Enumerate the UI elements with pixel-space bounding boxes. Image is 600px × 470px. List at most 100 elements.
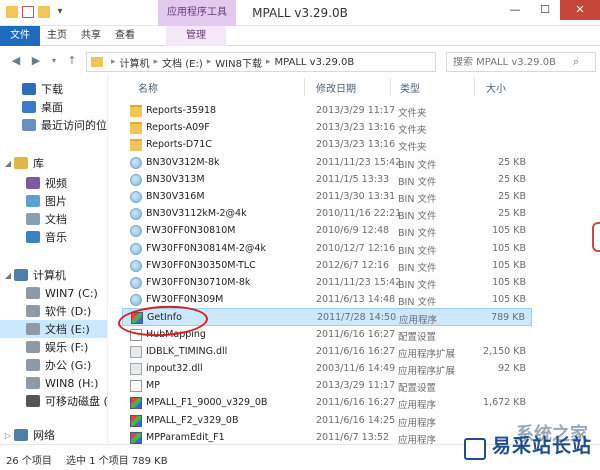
file-name: FW30FF0N30350M-TLC: [146, 259, 256, 271]
file-row[interactable]: FW30FF0N30350M-TLC 2012/6/7 12:16 BIN 文件 10…: [122, 257, 532, 275]
file-date: 2011/6/16 16:27: [316, 397, 396, 409]
nav-item-label: 文档: [45, 213, 67, 226]
tab-0[interactable]: 文件: [0, 26, 40, 46]
nav-item-label: 娱乐 (F:): [45, 341, 89, 354]
file-date: 2010/6/9 12:48: [316, 225, 390, 237]
file-type: BIN 文件: [398, 280, 437, 291]
nav-item[interactable]: WIN7 (C:): [0, 284, 107, 302]
file-row[interactable]: BN30V316M 2011/3/30 13:31 BIN 文件 25 KB: [122, 188, 532, 206]
exe-file-icon: [130, 414, 142, 427]
close-button[interactable]: ✕: [560, 0, 600, 20]
tab-2[interactable]: 共享: [74, 26, 108, 46]
chevron-right-icon[interactable]: ▸: [266, 57, 271, 67]
nav-item-label: 计算机: [33, 269, 66, 282]
column-divider[interactable]: [390, 78, 391, 96]
nav-item[interactable]: ◢ 计算机: [0, 266, 107, 284]
file-type: BIN 文件: [398, 245, 437, 257]
nav-item-label: WIN7 (C:): [45, 286, 98, 300]
nav-icon: [22, 119, 36, 131]
minimize-button[interactable]: —: [500, 0, 530, 20]
back-arrow-icon[interactable]: ◀: [8, 53, 24, 69]
up-arrow-icon[interactable]: ↑: [64, 53, 80, 69]
file-date: 2011/1/5 13:33: [316, 173, 390, 185]
file-row[interactable]: BN30V312M-8k 2011/11/23 15:42 BIN 文件 25 KB: [122, 154, 532, 172]
nav-item-label: 图片: [45, 195, 67, 208]
column-size[interactable]: 大小: [486, 80, 506, 95]
breadcrumb-item[interactable]: 文档 (E:): [162, 55, 203, 70]
nav-item[interactable]: WIN8 (H:): [0, 374, 107, 392]
nav-item-label: 网络: [33, 429, 55, 442]
search-icon[interactable]: ⌕: [573, 55, 579, 69]
maximize-button[interactable]: ☐: [530, 0, 560, 20]
file-date: 2010/12/7 12:16: [316, 242, 396, 254]
search-input[interactable]: [453, 56, 573, 68]
file-row[interactable]: MP 2013/3/29 11:17 配置设置: [122, 377, 532, 395]
nav-item[interactable]: 娱乐 (F:): [0, 338, 107, 356]
file-date: 2011/6/16 16:27: [316, 345, 396, 357]
nav-item-label: 文档 (E:): [45, 323, 90, 336]
column-name[interactable]: 名称: [138, 80, 158, 95]
file-row[interactable]: MPALL_F1_9000_v329_0B 2011/6/16 16:27 应用程序…: [122, 394, 532, 412]
file-size: 105 KB: [492, 242, 526, 254]
nav-item[interactable]: 最近访问的位: [0, 116, 107, 134]
nav-item[interactable]: 视频: [0, 174, 107, 192]
nav-icon: [14, 157, 28, 169]
chevron-right-icon[interactable]: ▸: [154, 57, 159, 67]
nav-item[interactable]: ◢ 库: [0, 154, 107, 172]
file-row[interactable]: FW30FF0N30710M-8k 2011/11/23 15:42 BIN 文件 1…: [122, 274, 532, 292]
file-row[interactable]: BN30V313M 2011/1/5 13:33 BIN 文件 25 KB: [122, 171, 532, 189]
navigation-pane[interactable]: 下载桌面最近访问的位 ◢ 库视频图片文档音乐 ◢ 计算机 WIN7 (C:) 软件 (D:)…: [0, 76, 108, 444]
file-row[interactable]: Reports-A09F 2013/3/23 13:16 文件夹: [122, 119, 532, 137]
breadcrumb-item[interactable]: 计算机: [120, 55, 150, 70]
expand-arrow-icon[interactable]: ◢: [2, 271, 14, 280]
file-size: 105 KB: [492, 225, 526, 237]
file-date: 2012/6/7 12:16: [316, 259, 390, 271]
nav-item[interactable]: 文档 (E:): [0, 320, 107, 338]
chevron-right-icon[interactable]: ▸: [111, 57, 116, 67]
nav-item[interactable]: 桌面: [0, 98, 107, 116]
breadcrumb-item[interactable]: WIN8下载: [215, 55, 262, 70]
nav-item[interactable]: ▷ 网络: [0, 426, 107, 444]
nav-icon: [26, 213, 40, 225]
chevron-right-icon[interactable]: ▸: [207, 57, 212, 67]
file-row[interactable]: FW30FF0N30814M-2@4k 2010/12/7 12:16 BIN 文件…: [122, 240, 532, 258]
file-row[interactable]: inpout32.dll 2003/11/6 14:49 应用程序扩展 92 KB: [122, 360, 532, 378]
column-divider[interactable]: [474, 78, 475, 96]
file-name: MPParamEdit_F1: [146, 431, 225, 443]
search-box[interactable]: ⌕: [446, 52, 596, 72]
file-name: MPALL_F2_v329_0B: [146, 414, 239, 426]
file-date: 2011/11/23 15:42: [316, 277, 402, 288]
expand-arrow-icon[interactable]: ▷: [2, 431, 14, 440]
nav-item[interactable]: 办公 (G:): [0, 356, 107, 374]
file-size: 789 KB: [491, 312, 525, 324]
column-date[interactable]: 修改日期: [316, 80, 356, 95]
column-type[interactable]: 类型: [400, 80, 420, 95]
nav-item[interactable]: 图片: [0, 192, 107, 210]
exe-file-icon: [130, 431, 142, 444]
file-name: IDBLK_TIMING.dll: [146, 345, 228, 357]
breadcrumb-item[interactable]: MPALL v3.29.0B: [274, 57, 354, 68]
nav-item-label: 办公 (G:): [45, 359, 92, 372]
file-list[interactable]: 名称 修改日期 类型 大小 Reports-35918 2013/3/29 11:…: [108, 76, 600, 444]
nav-item[interactable]: 可移动磁盘 (: [0, 392, 107, 410]
tab-1[interactable]: 主页: [40, 26, 74, 46]
file-row[interactable]: Reports-35918 2013/3/29 11:17 文件夹: [122, 102, 532, 120]
bin-file-icon: [130, 277, 142, 289]
nav-item[interactable]: 软件 (D:): [0, 302, 107, 320]
column-divider[interactable]: [304, 78, 305, 96]
file-row[interactable]: IDBLK_TIMING.dll 2011/6/16 16:27 应用程序扩展 2,1…: [122, 343, 532, 361]
breadcrumb[interactable]: ▸ 计算机 ▸ 文档 (E:) ▸ WIN8下载 ▸ MPALL v3.29.0B: [86, 52, 436, 72]
nav-item[interactable]: 文档: [0, 210, 107, 228]
file-row[interactable]: BN30V3112kM-2@4k 2010/11/16 22:21 BIN 文件 25…: [122, 205, 532, 223]
file-row[interactable]: Reports-D71C 2013/3/23 13:16 文件夹: [122, 136, 532, 154]
tab-3[interactable]: 查看: [108, 26, 142, 46]
tab-4[interactable]: 管理: [166, 26, 226, 46]
nav-item[interactable]: 音乐: [0, 228, 107, 246]
file-row[interactable]: FW30FF0N30810M 2010/6/9 12:48 BIN 文件 105 KB: [122, 222, 532, 240]
nav-item-label: 桌面: [41, 101, 63, 114]
forward-arrow-icon[interactable]: ▶: [28, 53, 44, 69]
expand-arrow-icon[interactable]: ◢: [2, 159, 14, 168]
recent-locations-icon[interactable]: ▾: [46, 53, 62, 69]
file-date: 2011/6/13 14:48: [316, 294, 396, 306]
nav-item[interactable]: 下载: [0, 80, 107, 98]
